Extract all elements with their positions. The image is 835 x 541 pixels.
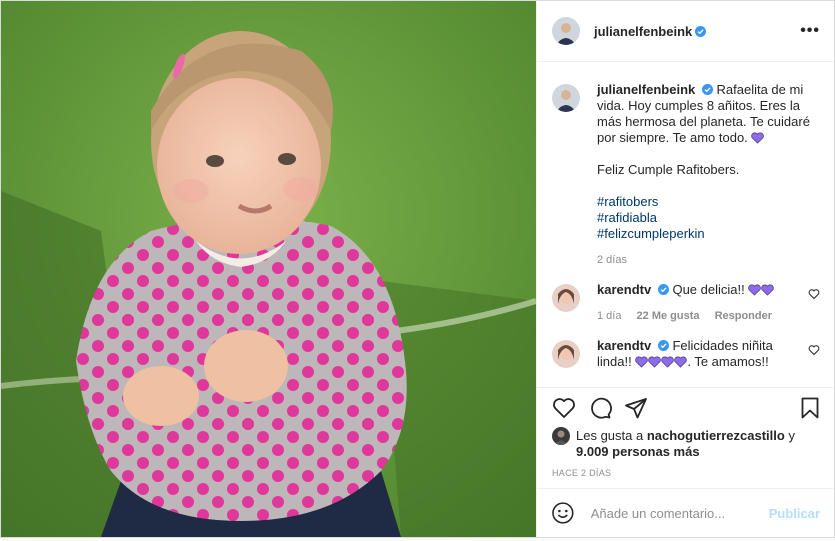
- reply-button[interactable]: Responder: [715, 310, 772, 322]
- likes-summary: Les gusta a nachogutierrezcastillo y 9.0…: [537, 427, 834, 460]
- hashtag-link[interactable]: #rafidiabla: [597, 210, 820, 226]
- emoji-icon[interactable]: [551, 501, 575, 525]
- hashtag-link[interactable]: #felizcumpleperkin: [597, 226, 820, 242]
- bookmark-icon[interactable]: [798, 396, 822, 420]
- action-bar: [537, 387, 834, 428]
- likes-text: Les gusta a nachogutierrezcastillo y 9.0…: [576, 428, 820, 460]
- caption-meta: 2 días: [597, 252, 820, 268]
- post-header: julianelfenbeink •••: [537, 1, 834, 62]
- comment-like-heart-icon[interactable]: [808, 288, 820, 300]
- comment-text: Que delicia!!: [672, 282, 745, 297]
- commenter-avatar[interactable]: [552, 340, 580, 368]
- commenter-avatar[interactable]: [552, 284, 580, 312]
- comment-item: karendtv Felicidades niñita linda!! . Te…: [552, 338, 820, 370]
- comment-time[interactable]: 1 día: [597, 310, 621, 322]
- author-avatar[interactable]: [552, 84, 580, 112]
- baby-photo-image: [1, 1, 536, 537]
- comment-meta: 1 día 22 Me gusta Responder: [597, 308, 800, 324]
- purple-heart-icon: [748, 284, 762, 296]
- comment-item: karendtv Que delicia!! 1 día 22 Me gusta…: [552, 282, 820, 324]
- caption: julianelfenbeink Rafaelita de mi vida. H…: [552, 82, 820, 268]
- purple-heart-icon: [751, 132, 765, 144]
- comment-icon[interactable]: [588, 396, 612, 420]
- more-options-button[interactable]: •••: [800, 22, 820, 40]
- add-comment-bar: Publicar: [537, 488, 834, 537]
- caption-time[interactable]: 2 días: [597, 254, 627, 266]
- post-photo[interactable]: [1, 1, 536, 537]
- comments-list[interactable]: julianelfenbeink Rafaelita de mi vida. H…: [537, 62, 834, 387]
- comment-likes[interactable]: 22 Me gusta: [637, 310, 700, 322]
- verified-icon: [701, 84, 713, 95]
- caption-username[interactable]: julianelfenbeink: [597, 82, 695, 97]
- comment-body: karendtv Felicidades niñita linda!! . Te…: [597, 338, 800, 370]
- likes-conj: y: [788, 428, 795, 443]
- comment-input[interactable]: [588, 504, 769, 522]
- caption-body: julianelfenbeink Rafaelita de mi vida. H…: [597, 82, 820, 268]
- share-icon[interactable]: [624, 396, 648, 420]
- likes-count[interactable]: 9.009 personas más: [576, 444, 700, 459]
- comment-username[interactable]: karendtv: [597, 282, 651, 297]
- purple-heart-icon: [661, 356, 675, 368]
- liker-username[interactable]: nachogutierrezcastillo: [647, 428, 785, 443]
- heart-icon[interactable]: [552, 396, 576, 420]
- likes-prefix: Les gusta a: [576, 428, 644, 443]
- verified-icon: [657, 340, 669, 351]
- hashtag-link[interactable]: #rafitobers: [597, 194, 820, 210]
- post-timestamp[interactable]: HACE 2 DÍAS: [537, 460, 834, 488]
- comment-body: karendtv Que delicia!! 1 día 22 Me gusta…: [597, 282, 800, 324]
- liker-avatar[interactable]: [552, 427, 570, 445]
- comment-username[interactable]: karendtv: [597, 338, 651, 353]
- author-avatar[interactable]: [552, 17, 580, 45]
- verified-icon: [657, 284, 669, 295]
- post-sidebar: julianelfenbeink ••• julianelfenbeink Ra…: [536, 1, 834, 537]
- purple-heart-icon: [761, 284, 775, 296]
- purple-heart-icon: [674, 356, 688, 368]
- verified-icon: [695, 25, 707, 37]
- comment-text-end: . Te amamos!!: [687, 354, 769, 369]
- post-dialog: julianelfenbeink ••• julianelfenbeink Ra…: [0, 0, 835, 538]
- author-username[interactable]: julianelfenbeink: [594, 24, 692, 39]
- publish-button[interactable]: Publicar: [769, 506, 820, 521]
- purple-heart-icon: [635, 356, 649, 368]
- comment-like-heart-icon[interactable]: [808, 344, 820, 356]
- caption-second-line: Feliz Cumple Rafitobers.: [597, 162, 740, 177]
- purple-heart-icon: [648, 356, 662, 368]
